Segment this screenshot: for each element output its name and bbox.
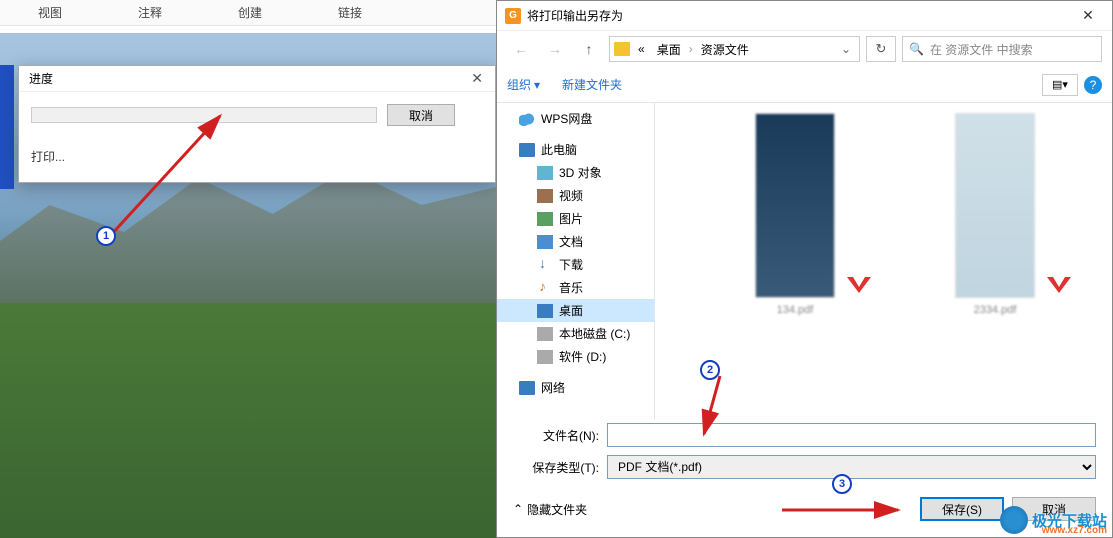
- chevron-down-icon: ▾: [534, 78, 540, 92]
- tree-documents[interactable]: 文档: [497, 230, 654, 253]
- progress-status-text: 打印...: [31, 148, 483, 165]
- filename-input[interactable]: [607, 423, 1096, 447]
- progress-close-icon[interactable]: ✕: [465, 70, 489, 87]
- music-icon: [537, 281, 553, 295]
- tree-wps[interactable]: WPS网盘: [497, 107, 654, 130]
- folder-tree: WPS网盘 此电脑 3D 对象 视频 图片 文档 下载 音乐 桌面 本地磁盘 (…: [497, 103, 655, 419]
- menu-view[interactable]: 视图: [0, 4, 100, 21]
- picture-icon: [537, 212, 553, 226]
- chevron-up-icon: ⌃: [513, 502, 523, 516]
- search-input[interactable]: 🔍 在 资源文件 中搜索: [902, 36, 1102, 62]
- nav-row: ← → ↑ « 桌面 › 资源文件 ⌄ ↻ 🔍 在 资源文件 中搜索: [497, 31, 1112, 67]
- filetype-select[interactable]: PDF 文档(*.pdf): [607, 455, 1096, 479]
- progress-bar: [31, 107, 377, 123]
- progress-title: 进度: [29, 70, 53, 87]
- disk-icon: [537, 327, 553, 341]
- file-thumbnail: [955, 113, 1035, 298]
- hide-folders-toggle[interactable]: ⌃ 隐藏文件夹: [513, 501, 587, 518]
- progress-cancel-button[interactable]: 取消: [387, 104, 455, 126]
- file-name-label: 134.pdf: [777, 304, 814, 316]
- pc-icon: [519, 143, 535, 157]
- new-folder-button[interactable]: 新建文件夹: [562, 76, 622, 93]
- tree-cdrive[interactable]: 本地磁盘 (C:): [497, 322, 654, 345]
- menu-create[interactable]: 创建: [200, 4, 300, 21]
- progress-dialog: 进度 ✕ 取消 打印...: [18, 65, 496, 183]
- nav-forward-icon: →: [541, 37, 569, 61]
- view-mode-button[interactable]: ▤▾: [1042, 74, 1078, 96]
- app-icon: G: [505, 8, 521, 24]
- disk-icon: [537, 350, 553, 364]
- nav-up-icon[interactable]: ↑: [575, 37, 603, 61]
- dialog-footer: ⌃ 隐藏文件夹 保存(S) 取消: [497, 483, 1112, 531]
- desktop-icon: [537, 304, 553, 318]
- breadcrumb-desktop[interactable]: 桌面: [653, 41, 685, 58]
- nav-back-icon[interactable]: ←: [507, 37, 535, 61]
- cube-icon: [537, 166, 553, 180]
- toolbar: 组织 ▾ 新建文件夹 ▤▾ ?: [497, 67, 1112, 103]
- tree-network[interactable]: 网络: [497, 376, 654, 399]
- tree-music[interactable]: 音乐: [497, 276, 654, 299]
- tree-desktop[interactable]: 桌面: [497, 299, 654, 322]
- tree-video[interactable]: 视频: [497, 184, 654, 207]
- cancel-button[interactable]: 取消: [1012, 497, 1096, 521]
- save-titlebar: G 将打印输出另存为 ✕: [497, 1, 1112, 31]
- save-close-icon[interactable]: ✕: [1068, 3, 1108, 29]
- filetype-row: 保存类型(T): PDF 文档(*.pdf): [497, 451, 1112, 483]
- search-placeholder: 在 资源文件 中搜索: [930, 41, 1033, 58]
- tree-pictures[interactable]: 图片: [497, 207, 654, 230]
- address-bar[interactable]: « 桌面 › 资源文件 ⌄: [609, 36, 860, 62]
- filetype-label: 保存类型(T):: [513, 459, 599, 476]
- help-icon[interactable]: ?: [1084, 76, 1102, 94]
- breadcrumb-folder[interactable]: 资源文件: [697, 41, 753, 58]
- save-button[interactable]: 保存(S): [920, 497, 1004, 521]
- network-icon: [519, 381, 535, 395]
- address-dropdown-icon[interactable]: ⌄: [837, 42, 855, 56]
- folder-icon: [614, 42, 630, 56]
- tree-this-pc[interactable]: 此电脑: [497, 138, 654, 161]
- tree-downloads[interactable]: 下载: [497, 253, 654, 276]
- breadcrumb-sep-icon: ›: [689, 42, 693, 56]
- cloud-icon: [519, 112, 535, 126]
- save-title: 将打印输出另存为: [527, 7, 623, 24]
- wps-badge-icon: [1045, 273, 1073, 297]
- video-icon: [537, 189, 553, 203]
- breadcrumb-root[interactable]: «: [634, 42, 649, 56]
- menu-annotate[interactable]: 注释: [100, 4, 200, 21]
- organize-menu[interactable]: 组织 ▾: [507, 76, 540, 93]
- file-name-label: 2334.pdf: [974, 304, 1017, 316]
- refresh-button[interactable]: ↻: [866, 36, 896, 62]
- document-icon: [537, 235, 553, 249]
- search-icon: 🔍: [909, 42, 924, 56]
- file-item[interactable]: 134.pdf: [725, 113, 865, 316]
- file-thumbnail: [755, 113, 835, 298]
- wps-badge-icon: [845, 273, 873, 297]
- file-item[interactable]: 2334.pdf: [925, 113, 1065, 316]
- filename-label: 文件名(N):: [513, 427, 599, 444]
- tree-ddrive[interactable]: 软件 (D:): [497, 345, 654, 368]
- filename-row: 文件名(N):: [497, 419, 1112, 451]
- file-list: 134.pdf 2334.pdf: [655, 103, 1112, 419]
- download-icon: [537, 258, 553, 272]
- menu-link[interactable]: 链接: [300, 4, 400, 21]
- tree-3d[interactable]: 3D 对象: [497, 161, 654, 184]
- progress-titlebar: 进度 ✕: [19, 66, 495, 92]
- save-as-dialog: G 将打印输出另存为 ✕ ← → ↑ « 桌面 › 资源文件 ⌄ ↻ 🔍 在 资…: [496, 0, 1113, 538]
